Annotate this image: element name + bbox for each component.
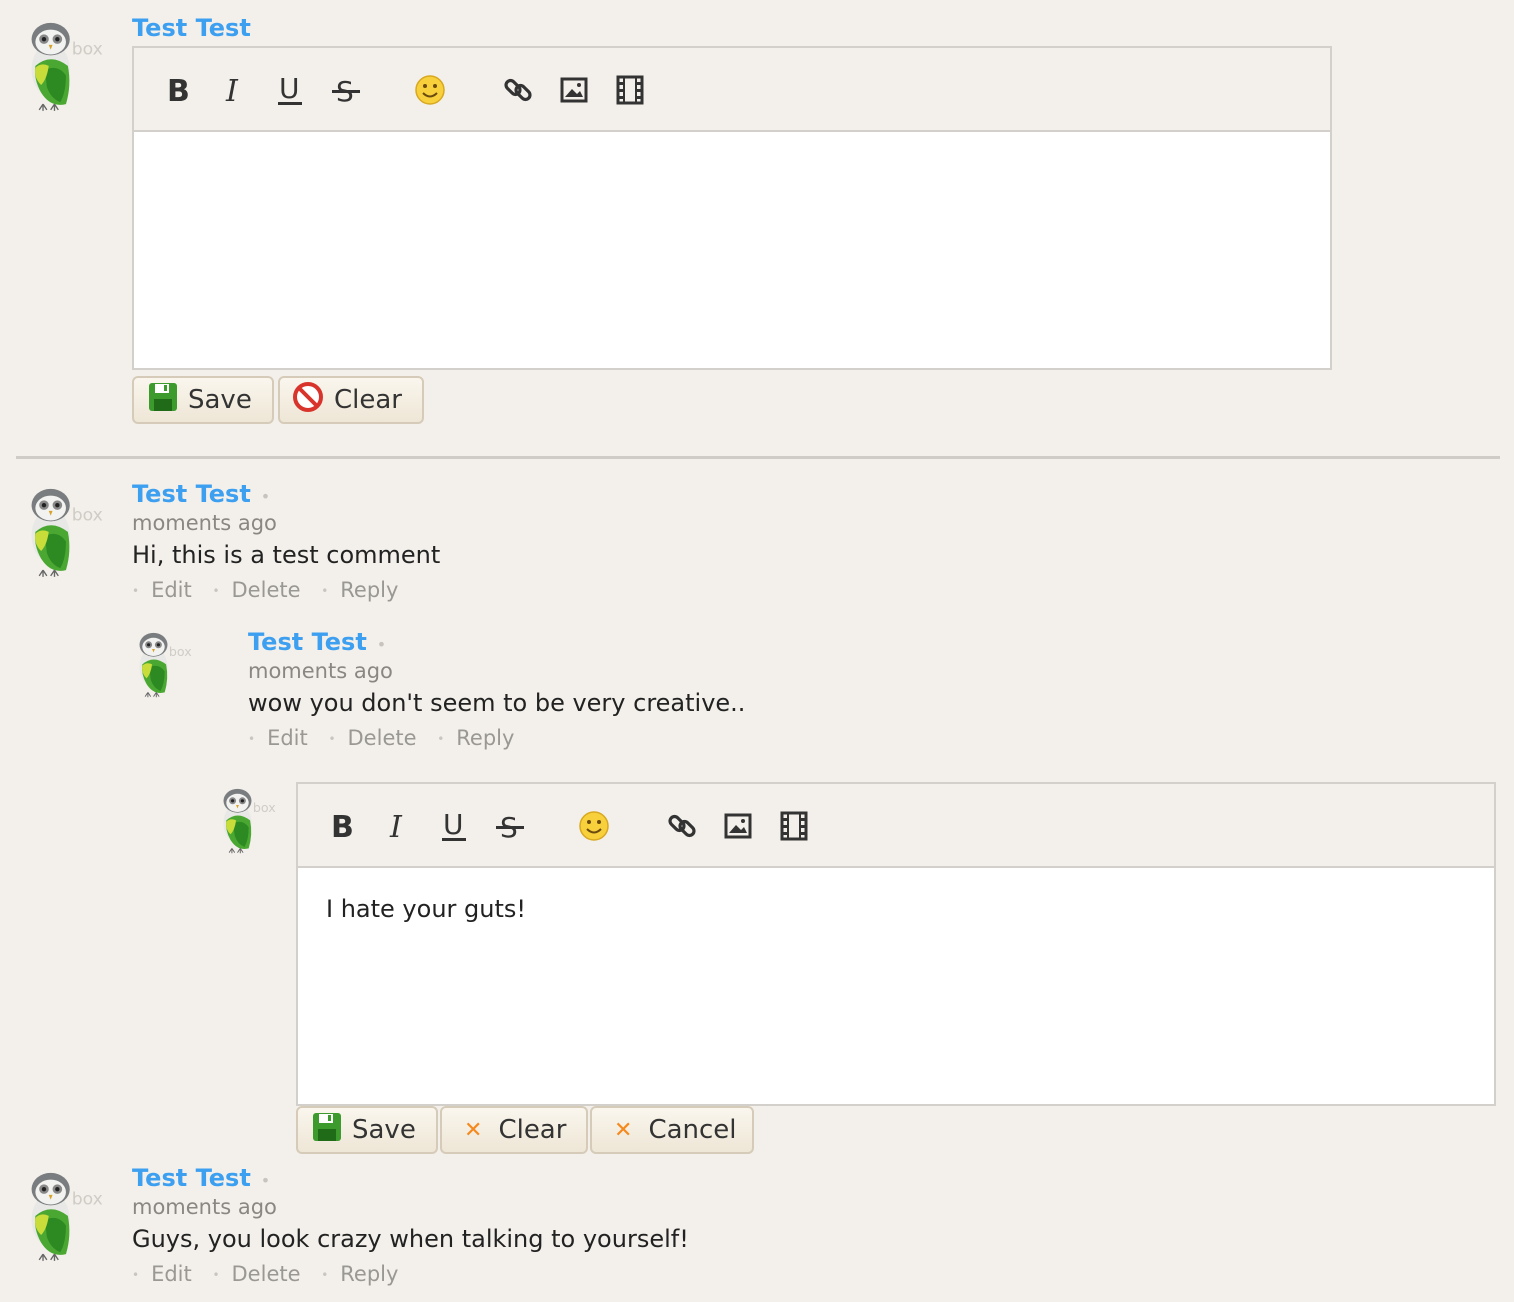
delete-link[interactable]: Delete — [232, 1262, 301, 1286]
bold-icon[interactable]: B — [160, 72, 196, 108]
timestamp: moments ago — [132, 1195, 277, 1219]
clear-button[interactable]: ✕ Clear — [440, 1106, 588, 1154]
svg-text:U: U — [279, 74, 300, 105]
cancel-label: Cancel — [648, 1115, 737, 1145]
reply-link[interactable]: Reply — [340, 1262, 398, 1286]
clear-label: Clear — [498, 1115, 567, 1145]
avatar — [22, 1166, 108, 1262]
smiley-icon[interactable] — [412, 72, 448, 108]
bold-icon[interactable]: B — [324, 808, 360, 844]
image-icon[interactable] — [720, 808, 756, 844]
comment-header: Test Test • — [248, 628, 386, 656]
edit-link[interactable]: Edit — [267, 726, 308, 750]
timestamp: moments ago — [132, 511, 277, 535]
svg-text:B: B — [331, 811, 354, 841]
separator-dot: • — [260, 1171, 271, 1190]
avatar — [22, 482, 108, 578]
smiley-icon[interactable] — [576, 808, 612, 844]
comment-text: Hi, this is a test comment — [132, 541, 441, 569]
delete-link[interactable]: Delete — [348, 726, 417, 750]
separator-dot: • — [260, 487, 271, 506]
save-button[interactable]: Save — [132, 376, 274, 424]
italic-icon[interactable]: I — [380, 808, 416, 844]
comment-actions: • Edit • Delete • Reply — [248, 726, 515, 750]
strikethrough-icon[interactable]: S — [492, 808, 528, 844]
editor-toolbar: B I U S — [298, 784, 1494, 868]
floppy-icon — [312, 1112, 342, 1149]
comment-actions: • Edit • Delete • Reply — [132, 578, 399, 602]
editor-toolbar: B I U S — [134, 48, 1330, 132]
avatar — [216, 784, 280, 854]
comment-text: wow you don't seem to be very creative.. — [248, 689, 746, 717]
clear-label: Clear — [334, 385, 402, 415]
delete-link[interactable]: Delete — [232, 578, 301, 602]
comment-actions: • Edit • Delete • Reply — [132, 1262, 399, 1286]
floppy-icon — [148, 382, 178, 419]
avatar — [22, 16, 108, 112]
reply-editor: B I U S I hate your guts! — [296, 782, 1496, 1106]
close-icon: ✕ — [614, 1117, 633, 1143]
comment-header: Test Test • — [132, 1164, 270, 1192]
video-icon[interactable] — [612, 72, 648, 108]
comment-header: Test Test • — [132, 480, 270, 508]
underline-icon[interactable]: U — [436, 808, 472, 844]
svg-text:U: U — [443, 810, 464, 841]
cancel-button[interactable]: ✕ Cancel — [590, 1106, 754, 1154]
reply-link[interactable]: Reply — [456, 726, 514, 750]
edit-link[interactable]: Edit — [151, 578, 192, 602]
reply-link[interactable]: Reply — [340, 578, 398, 602]
italic-icon[interactable]: I — [216, 72, 252, 108]
underline-icon[interactable]: U — [272, 72, 308, 108]
video-icon[interactable] — [776, 808, 812, 844]
section-divider — [16, 456, 1500, 459]
save-button[interactable]: Save — [296, 1106, 438, 1154]
timestamp: moments ago — [248, 659, 393, 683]
edit-link[interactable]: Edit — [151, 1262, 192, 1286]
link-icon[interactable] — [664, 808, 700, 844]
save-label: Save — [188, 385, 252, 415]
image-icon[interactable] — [556, 72, 592, 108]
avatar — [132, 628, 196, 698]
comment-text: Guys, you look crazy when talking to you… — [132, 1225, 689, 1253]
author-name[interactable]: Test Test — [132, 1164, 251, 1192]
clear-button[interactable]: Clear — [278, 376, 424, 424]
forbidden-icon — [292, 381, 324, 420]
save-label: Save — [352, 1115, 416, 1145]
close-icon: ✕ — [464, 1117, 483, 1143]
editor-textarea[interactable] — [134, 132, 1330, 368]
link-icon[interactable] — [500, 72, 536, 108]
svg-text:I: I — [389, 811, 403, 841]
separator-dot: • — [376, 635, 387, 654]
strikethrough-icon[interactable]: S — [328, 72, 364, 108]
author-name[interactable]: Test Test — [132, 14, 251, 42]
author-name[interactable]: Test Test — [132, 480, 251, 508]
svg-text:I: I — [225, 75, 239, 105]
svg-text:B: B — [167, 75, 190, 105]
comment-editor: B I U S — [132, 46, 1332, 370]
editor-textarea[interactable]: I hate your guts! — [298, 868, 1494, 1104]
author-name[interactable]: Test Test — [248, 628, 367, 656]
